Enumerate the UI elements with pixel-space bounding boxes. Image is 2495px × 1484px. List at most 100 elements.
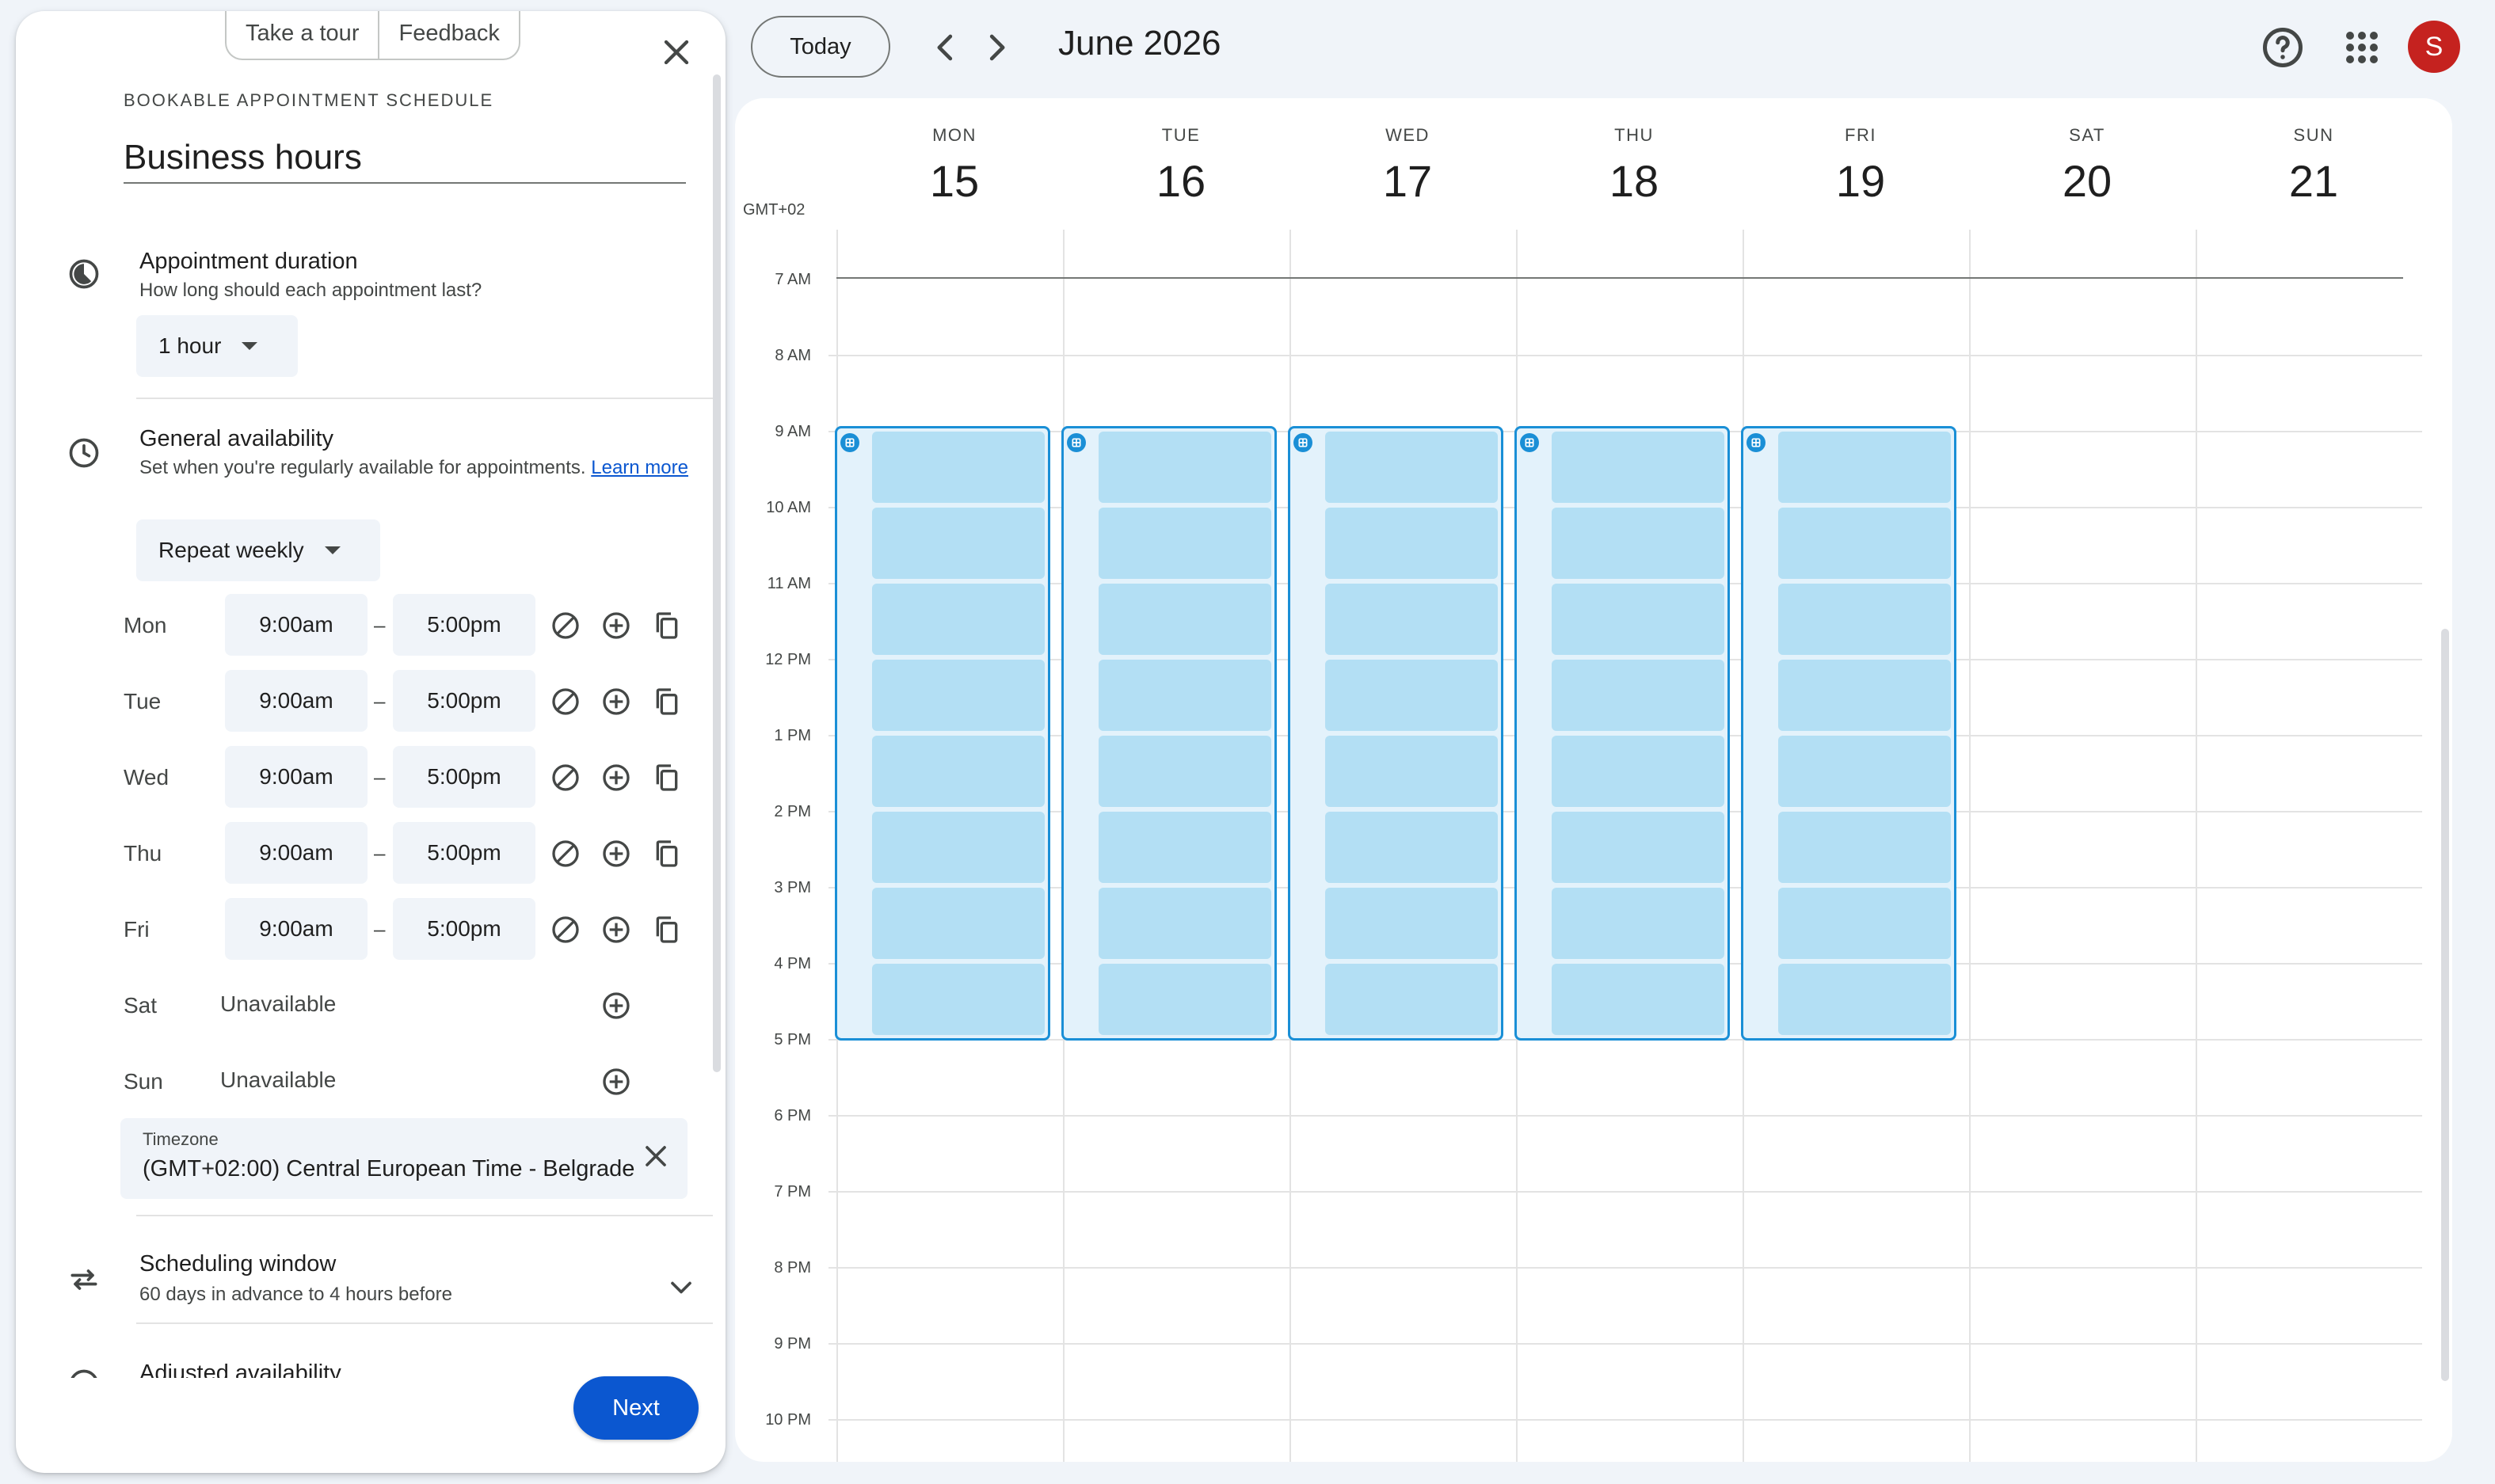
unavailable-icon[interactable] bbox=[550, 838, 581, 869]
chevron-down-icon[interactable] bbox=[664, 1270, 699, 1305]
bookable-slot[interactable] bbox=[1778, 584, 1951, 655]
panel-scrollbar[interactable] bbox=[713, 74, 721, 1072]
availability-block-fri[interactable] bbox=[1741, 426, 1956, 1041]
end-time-mon[interactable]: 5:00pm bbox=[393, 594, 535, 656]
bookable-slot[interactable] bbox=[1325, 432, 1498, 503]
bookable-slot[interactable] bbox=[1099, 888, 1271, 959]
unavailable-icon[interactable] bbox=[550, 762, 581, 793]
end-time-tue[interactable]: 5:00pm bbox=[393, 670, 535, 732]
bookable-slot[interactable] bbox=[1778, 888, 1951, 959]
day-header-sat[interactable]: SAT 20 bbox=[1974, 125, 2200, 207]
apps-grid-icon[interactable] bbox=[2338, 24, 2386, 71]
help-icon[interactable] bbox=[2259, 24, 2306, 71]
add-time-icon[interactable] bbox=[600, 1066, 632, 1098]
day-header-wed[interactable]: WED 17 bbox=[1294, 125, 1521, 207]
close-icon[interactable] bbox=[656, 32, 697, 73]
bookable-slot[interactable] bbox=[1778, 812, 1951, 883]
start-time-tue[interactable]: 9:00am bbox=[225, 670, 368, 732]
feedback-button[interactable]: Feedback bbox=[378, 11, 518, 59]
bookable-slot[interactable] bbox=[872, 736, 1045, 807]
add-time-icon[interactable] bbox=[600, 990, 632, 1022]
bookable-slot[interactable] bbox=[872, 432, 1045, 503]
bookable-slot[interactable] bbox=[1325, 508, 1498, 579]
hour-label: 10 AM bbox=[766, 499, 811, 516]
bookable-slot[interactable] bbox=[1325, 584, 1498, 655]
availability-block-mon[interactable] bbox=[835, 426, 1050, 1041]
bookable-slot[interactable] bbox=[1325, 964, 1498, 1035]
take-a-tour-button[interactable]: Take a tour bbox=[227, 11, 378, 59]
end-time-thu[interactable]: 5:00pm bbox=[393, 822, 535, 884]
copy-icon[interactable] bbox=[651, 686, 683, 717]
start-time-fri[interactable]: 9:00am bbox=[225, 898, 368, 960]
start-time-mon[interactable]: 9:00am bbox=[225, 594, 368, 656]
bookable-slot[interactable] bbox=[1325, 888, 1498, 959]
learn-more-link[interactable]: Learn more bbox=[591, 457, 688, 478]
bookable-slot[interactable] bbox=[872, 584, 1045, 655]
bookable-slot[interactable] bbox=[1325, 812, 1498, 883]
end-time-wed[interactable]: 5:00pm bbox=[393, 746, 535, 808]
bookable-slot[interactable] bbox=[1552, 584, 1724, 655]
add-time-icon[interactable] bbox=[600, 686, 632, 717]
add-time-icon[interactable] bbox=[600, 914, 632, 946]
add-time-icon[interactable] bbox=[600, 762, 632, 793]
unavailable-icon[interactable] bbox=[550, 610, 581, 641]
day-header-fri[interactable]: FRI 19 bbox=[1747, 125, 1974, 207]
start-time-wed[interactable]: 9:00am bbox=[225, 746, 368, 808]
bookable-slot[interactable] bbox=[872, 812, 1045, 883]
bookable-slot[interactable] bbox=[872, 964, 1045, 1035]
bookable-slot[interactable] bbox=[1552, 736, 1724, 807]
panel-scroll-area[interactable]: Take a tour Feedback BOOKABLE APPOINTMEN… bbox=[16, 11, 713, 1378]
bookable-slot[interactable] bbox=[1099, 584, 1271, 655]
bookable-slot[interactable] bbox=[872, 508, 1045, 579]
add-time-icon[interactable] bbox=[600, 838, 632, 869]
bookable-slot[interactable] bbox=[1099, 736, 1271, 807]
next-button[interactable]: Next bbox=[573, 1376, 699, 1440]
bookable-slot[interactable] bbox=[1552, 508, 1724, 579]
copy-icon[interactable] bbox=[651, 610, 683, 641]
today-button[interactable]: Today bbox=[751, 16, 890, 78]
bookable-slot[interactable] bbox=[1099, 508, 1271, 579]
bookable-slot[interactable] bbox=[1552, 432, 1724, 503]
day-header-tue[interactable]: TUE 16 bbox=[1068, 125, 1294, 207]
bookable-slot[interactable] bbox=[1778, 964, 1951, 1035]
copy-icon[interactable] bbox=[651, 838, 683, 869]
add-time-icon[interactable] bbox=[600, 610, 632, 641]
chevron-left-icon[interactable] bbox=[924, 25, 968, 70]
day-header-mon[interactable]: MON 15 bbox=[841, 125, 1068, 207]
availability-block-tue[interactable] bbox=[1061, 426, 1277, 1041]
unavailable-icon[interactable] bbox=[550, 686, 581, 717]
copy-icon[interactable] bbox=[651, 762, 683, 793]
clear-timezone-icon[interactable] bbox=[638, 1139, 673, 1174]
end-time-fri[interactable]: 5:00pm bbox=[393, 898, 535, 960]
bookable-slot[interactable] bbox=[1552, 964, 1724, 1035]
day-header-thu[interactable]: THU 18 bbox=[1521, 125, 1747, 207]
bookable-slot[interactable] bbox=[872, 888, 1045, 959]
bookable-slot[interactable] bbox=[1552, 812, 1724, 883]
bookable-slot[interactable] bbox=[1099, 964, 1271, 1035]
bookable-slot[interactable] bbox=[1099, 432, 1271, 503]
bookable-slot[interactable] bbox=[1778, 508, 1951, 579]
schedule-title-input[interactable]: Business hours bbox=[124, 138, 686, 184]
bookable-slot[interactable] bbox=[1099, 660, 1271, 731]
bookable-slot[interactable] bbox=[872, 660, 1045, 731]
unavailable-icon[interactable] bbox=[550, 914, 581, 946]
copy-icon[interactable] bbox=[651, 914, 683, 946]
bookable-slot[interactable] bbox=[1778, 736, 1951, 807]
bookable-slot[interactable] bbox=[1325, 736, 1498, 807]
repeat-select[interactable]: Repeat weekly bbox=[136, 519, 380, 581]
bookable-slot[interactable] bbox=[1778, 660, 1951, 731]
timezone-select[interactable]: Timezone (GMT+02:00) Central European Ti… bbox=[120, 1118, 688, 1199]
day-header-sun[interactable]: SUN 21 bbox=[2200, 125, 2427, 207]
chevron-right-icon[interactable] bbox=[974, 25, 1019, 70]
bookable-slot[interactable] bbox=[1778, 432, 1951, 503]
bookable-slot[interactable] bbox=[1325, 660, 1498, 731]
avatar[interactable]: S bbox=[2408, 21, 2460, 73]
calendar-scrollbar[interactable] bbox=[2441, 629, 2449, 1381]
availability-block-thu[interactable] bbox=[1514, 426, 1730, 1041]
bookable-slot[interactable] bbox=[1552, 660, 1724, 731]
start-time-thu[interactable]: 9:00am bbox=[225, 822, 368, 884]
bookable-slot[interactable] bbox=[1099, 812, 1271, 883]
duration-select[interactable]: 1 hour bbox=[136, 315, 298, 377]
availability-block-wed[interactable] bbox=[1288, 426, 1503, 1041]
bookable-slot[interactable] bbox=[1552, 888, 1724, 959]
